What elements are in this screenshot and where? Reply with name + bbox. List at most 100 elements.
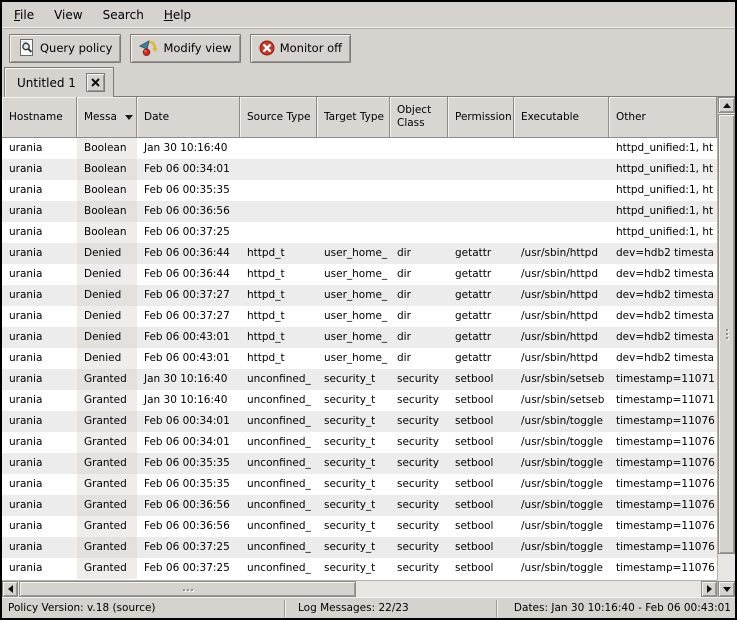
cell-permission: getattr	[448, 306, 514, 327]
query-policy-button[interactable]: Query policy	[9, 34, 121, 63]
scroll-down-button[interactable]	[718, 581, 735, 597]
cell-hostname: urania	[2, 411, 77, 432]
column-header-source_type[interactable]: Source Type	[240, 97, 317, 138]
h-scroll-thumb[interactable]	[19, 581, 356, 597]
cell-source_type	[240, 201, 317, 222]
cell-permission: setbool	[448, 369, 514, 390]
cell-object_class	[390, 201, 448, 222]
tab-close-button[interactable]	[86, 73, 105, 92]
scroll-left-button[interactable]	[2, 581, 18, 597]
cell-source_type: unconfined_	[240, 411, 317, 432]
cell-source_type: unconfined_	[240, 453, 317, 474]
cell-object_class: dir	[390, 348, 448, 369]
tab-strip-filler	[114, 67, 735, 97]
cell-object_class: security	[390, 390, 448, 411]
cell-message: Boolean	[77, 180, 137, 201]
table-row[interactable]: uraniaBooleanFeb 06 00:35:35httpd_unifie…	[2, 180, 717, 201]
table-row[interactable]: uraniaDeniedFeb 06 00:37:27httpd_tuser_h…	[2, 306, 717, 327]
table-row[interactable]: uraniaGrantedFeb 06 00:37:25unconfined_s…	[2, 558, 717, 579]
cell-date: Feb 06 00:37:25	[137, 222, 240, 243]
column-header-object_class[interactable]: Object Class	[390, 97, 448, 138]
cell-hostname: urania	[2, 558, 77, 579]
cell-permission: setbool	[448, 411, 514, 432]
cell-other: httpd_unified:1, ht	[609, 201, 717, 222]
column-header-target_type[interactable]: Target Type	[317, 97, 390, 138]
status-dates: Dates: Jan 30 10:16:40 - Feb 06 00:43:01	[496, 600, 735, 617]
cell-object_class: dir	[390, 285, 448, 306]
table-row[interactable]: uraniaBooleanJan 30 10:16:40httpd_unifie…	[2, 138, 717, 159]
column-header-other[interactable]: Other	[609, 97, 717, 138]
table-row[interactable]: uraniaGrantedFeb 06 00:35:35unconfined_s…	[2, 453, 717, 474]
cell-date: Feb 06 00:34:01	[137, 411, 240, 432]
cell-other: dev=hdb2 timesta	[609, 348, 717, 369]
cell-date: Feb 06 00:43:01	[137, 327, 240, 348]
modify-view-button[interactable]: Modify view	[130, 34, 240, 63]
v-scrollbar[interactable]	[717, 97, 735, 597]
table-row[interactable]: uraniaDeniedFeb 06 00:43:01httpd_tuser_h…	[2, 327, 717, 348]
table-header: HostnameMessaDateSource TypeTarget TypeO…	[2, 97, 717, 138]
h-scrollbar[interactable]	[2, 580, 717, 597]
cell-object_class: security	[390, 369, 448, 390]
menu-view[interactable]: View	[44, 4, 92, 26]
toolbar: Query policy Modify view Monitor off	[2, 29, 735, 67]
table-row[interactable]: uraniaBooleanFeb 06 00:36:56httpd_unifie…	[2, 201, 717, 222]
cell-executable: /usr/sbin/httpd	[514, 327, 609, 348]
log-table: HostnameMessaDateSource TypeTarget TypeO…	[2, 97, 735, 597]
scroll-right-button[interactable]	[701, 581, 717, 597]
column-header-hostname[interactable]: Hostname	[2, 97, 77, 138]
cell-target_type	[317, 138, 390, 159]
cell-executable	[514, 180, 609, 201]
column-header-message[interactable]: Messa	[77, 97, 137, 138]
cell-message: Granted	[77, 369, 137, 390]
cell-other: timestamp=11076	[609, 495, 717, 516]
cell-hostname: urania	[2, 495, 77, 516]
cell-object_class: security	[390, 537, 448, 558]
cell-object_class: security	[390, 495, 448, 516]
filter-edit-icon	[139, 39, 158, 57]
menu-search[interactable]: Search	[93, 4, 154, 26]
seaudit-window: FileViewSearchHelp Query policy Modify v…	[0, 0, 737, 620]
cell-message: Granted	[77, 390, 137, 411]
column-label: Permission	[455, 111, 512, 124]
statusbar: Policy Version: v.18 (source) Log Messag…	[2, 597, 735, 618]
table-row[interactable]: uraniaGrantedFeb 06 00:36:56unconfined_s…	[2, 495, 717, 516]
table-row[interactable]: uraniaGrantedFeb 06 00:35:35unconfined_s…	[2, 474, 717, 495]
cell-object_class: security	[390, 474, 448, 495]
cell-object_class	[390, 222, 448, 243]
table-row[interactable]: uraniaDeniedFeb 06 00:37:27httpd_tuser_h…	[2, 285, 717, 306]
cell-permission: setbool	[448, 537, 514, 558]
cell-target_type: security_t	[317, 411, 390, 432]
table-row[interactable]: uraniaDeniedFeb 06 00:36:44httpd_tuser_h…	[2, 243, 717, 264]
monitor-off-button[interactable]: Monitor off	[250, 34, 351, 63]
column-header-date[interactable]: Date	[137, 97, 240, 138]
v-scroll-thumb[interactable]	[718, 114, 735, 554]
table-row[interactable]: uraniaGrantedFeb 06 00:37:25unconfined_s…	[2, 537, 717, 558]
scroll-up-button[interactable]	[718, 97, 735, 113]
tab-untitled-1[interactable]: Untitled 1	[4, 67, 114, 97]
column-header-permission[interactable]: Permission	[448, 97, 514, 138]
cell-date: Feb 06 00:35:35	[137, 180, 240, 201]
tab-label: Untitled 1	[17, 76, 76, 90]
column-header-executable[interactable]: Executable	[514, 97, 609, 138]
cell-other: dev=hdb2 timesta	[609, 264, 717, 285]
table-row[interactable]: uraniaBooleanFeb 06 00:34:01httpd_unifie…	[2, 159, 717, 180]
cell-hostname: urania	[2, 453, 77, 474]
menu-file[interactable]: File	[4, 4, 44, 26]
table-row[interactable]: uraniaGrantedJan 30 10:16:40unconfined_s…	[2, 390, 717, 411]
table-row[interactable]: uraniaDeniedFeb 06 00:43:01httpd_tuser_h…	[2, 348, 717, 369]
cell-executable: /usr/sbin/toggle	[514, 474, 609, 495]
cell-source_type: httpd_t	[240, 285, 317, 306]
table-row[interactable]: uraniaBooleanFeb 06 00:37:25httpd_unifie…	[2, 222, 717, 243]
table-row[interactable]: uraniaGrantedFeb 06 00:34:01unconfined_s…	[2, 411, 717, 432]
cell-message: Denied	[77, 306, 137, 327]
cell-executable: /usr/sbin/httpd	[514, 243, 609, 264]
menu-help[interactable]: Help	[154, 4, 201, 26]
table-row[interactable]: uraniaDeniedFeb 06 00:36:44httpd_tuser_h…	[2, 264, 717, 285]
cell-executable	[514, 222, 609, 243]
table-row[interactable]: uraniaGrantedJan 30 10:16:40unconfined_s…	[2, 369, 717, 390]
table-row[interactable]: uraniaGrantedFeb 06 00:36:56unconfined_s…	[2, 516, 717, 537]
cell-hostname: urania	[2, 369, 77, 390]
cell-permission	[448, 138, 514, 159]
cell-date: Jan 30 10:16:40	[137, 138, 240, 159]
table-row[interactable]: uraniaGrantedFeb 06 00:34:01unconfined_s…	[2, 432, 717, 453]
